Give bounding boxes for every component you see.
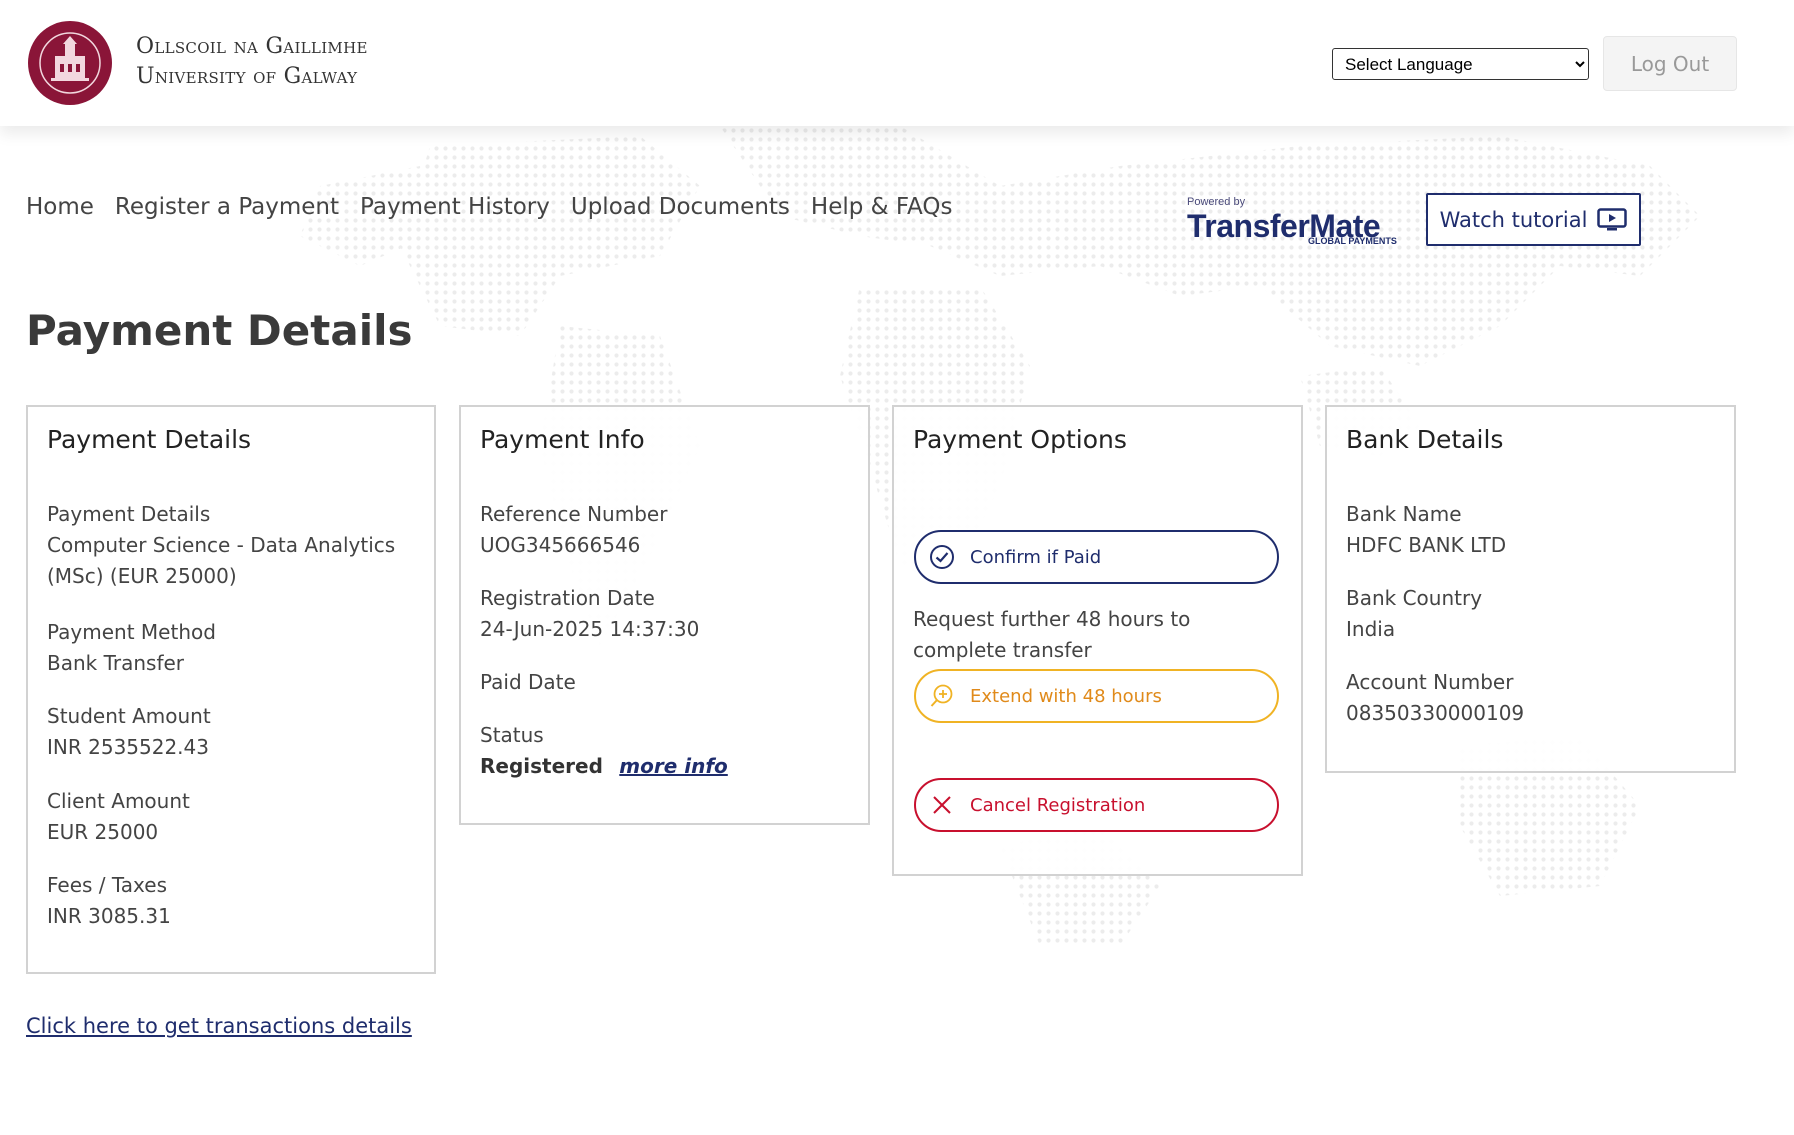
page-title: Payment Details [26, 306, 413, 355]
main-nav: Home Register a Payment Payment History … [26, 194, 973, 220]
bank-country-field: Bank Country India [1346, 583, 1736, 645]
field-label: Payment Details [47, 502, 211, 526]
logout-button[interactable]: Log Out [1603, 36, 1737, 91]
logo-irish-name: Ollscoil na Gaillimhe [136, 34, 368, 59]
field-label: Payment Method [47, 620, 216, 644]
field-label: Client Amount [47, 789, 190, 813]
field-label: Status [480, 723, 544, 747]
payment-details-card-title: Payment Details [47, 425, 252, 454]
field-label: Bank Name [1346, 502, 1462, 526]
field-value: INR 2535522.43 [47, 735, 209, 759]
field-label: Registration Date [480, 586, 655, 610]
nav-payment-history[interactable]: Payment History [360, 194, 550, 220]
payment-details-card: Payment Details Payment Details Computer… [26, 405, 436, 974]
payment-info-card-title: Payment Info [480, 425, 645, 454]
language-select[interactable]: Select Language [1332, 48, 1589, 80]
transfermate-logo: Powered by TransferMate GLOBAL PAYMENTS [1187, 196, 1407, 248]
field-label: Reference Number [480, 502, 668, 526]
nav-help-faqs[interactable]: Help & FAQs [811, 194, 953, 220]
field-value: Computer Science - Data Analytics (MSc) … [47, 533, 396, 588]
field-value: India [1346, 617, 1396, 641]
check-circle-icon [928, 543, 956, 571]
field-value: EUR 25000 [47, 820, 159, 844]
registration-date-field: Registration Date 24-Jun-2025 14:37:30 [480, 583, 870, 645]
transaction-details-link[interactable]: Click here to get transactions details [26, 1014, 412, 1038]
university-crest-icon [28, 21, 112, 105]
confirm-if-paid-button[interactable]: Confirm if Paid [914, 530, 1279, 584]
extend-48-hours-label: Extend with 48 hours [970, 685, 1162, 707]
field-value: UOG345666546 [480, 533, 641, 557]
more-info-link[interactable]: more info [619, 754, 728, 778]
watch-tutorial-button[interactable]: Watch tutorial [1426, 193, 1641, 246]
confirm-if-paid-label: Confirm if Paid [970, 546, 1102, 568]
field-label: Fees / Taxes [47, 873, 167, 897]
field-value: INR 3085.31 [47, 904, 171, 928]
watch-tutorial-label: Watch tutorial [1439, 207, 1588, 232]
fees-taxes-field: Fees / Taxes INR 3085.31 [47, 870, 437, 932]
bank-name-field: Bank Name HDFC BANK LTD [1346, 499, 1736, 561]
university-logo[interactable]: Ollscoil na Gaillimhe University of Galw… [27, 20, 367, 110]
account-number-field: Account Number 08350330000109 [1346, 667, 1736, 729]
status-value: Registered [480, 754, 603, 778]
nav-home[interactable]: Home [26, 194, 94, 220]
cancel-registration-button[interactable]: Cancel Registration [914, 778, 1279, 832]
field-value: 24-Jun-2025 14:37:30 [480, 617, 700, 641]
top-header: Ollscoil na Gaillimhe University of Galw… [0, 0, 1794, 126]
close-icon [928, 791, 956, 819]
payment-method-field: Payment Method Bank Transfer [47, 617, 437, 679]
field-label: Account Number [1346, 670, 1514, 694]
field-label: Student Amount [47, 704, 211, 728]
client-amount-field: Client Amount EUR 25000 [47, 786, 437, 848]
reference-number-field: Reference Number UOG345666546 [480, 499, 870, 561]
field-label: Bank Country [1346, 586, 1483, 610]
status-field: Status Registered more info [480, 720, 870, 782]
field-value: 08350330000109 [1346, 701, 1525, 725]
student-amount-field: Student Amount INR 2535522.43 [47, 701, 437, 763]
payment-options-card-title: Payment Options [913, 425, 1127, 454]
logo-english-name: University of Galway [136, 64, 358, 89]
field-value: Bank Transfer [47, 651, 185, 675]
extend-description-text: Request further 48 hours to complete tra… [913, 607, 1191, 662]
play-screen-icon [1597, 207, 1628, 230]
bank-details-card-title: Bank Details [1346, 425, 1504, 454]
zoom-in-icon [928, 682, 956, 710]
field-value: HDFC BANK LTD [1346, 533, 1507, 557]
extend-description: Request further 48 hours to complete tra… [913, 604, 1288, 666]
cancel-registration-label: Cancel Registration [970, 794, 1146, 816]
payment-info-card: Payment Info Reference Number UOG3456665… [459, 405, 870, 825]
paid-date-field: Paid Date [480, 667, 870, 698]
payment-options-card: Payment Options Confirm if Paid Request … [892, 405, 1303, 876]
transfermate-subtitle: GLOBAL PAYMENTS [1308, 236, 1397, 246]
nav-upload-documents[interactable]: Upload Documents [571, 194, 790, 220]
extend-48-hours-button[interactable]: Extend with 48 hours [914, 669, 1279, 723]
payment-details-field: Payment Details Computer Science - Data … [47, 499, 417, 592]
nav-register-payment[interactable]: Register a Payment [115, 194, 339, 220]
powered-by-text: Powered by [1187, 196, 1246, 208]
bank-details-card: Bank Details Bank Name HDFC BANK LTD Ban… [1325, 405, 1736, 773]
field-label: Paid Date [480, 670, 576, 694]
